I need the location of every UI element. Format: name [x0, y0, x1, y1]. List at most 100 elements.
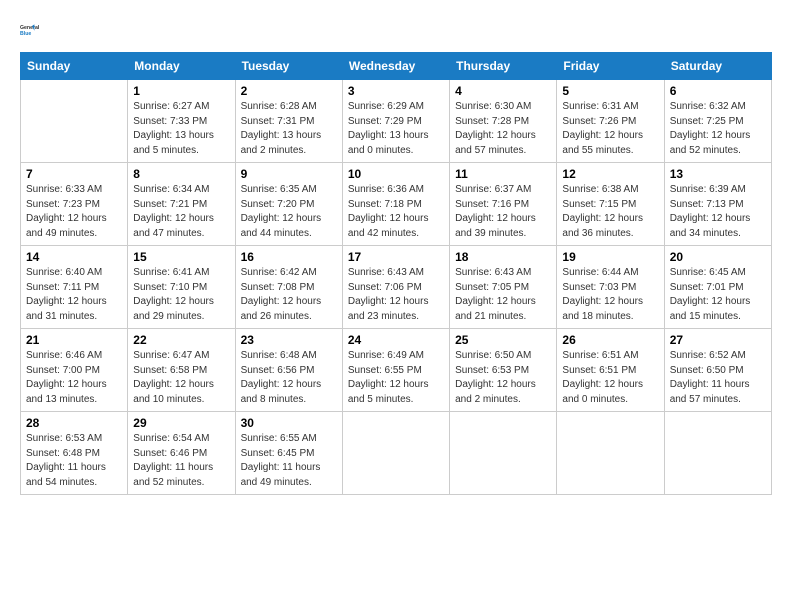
- calendar-week-1: 1 Sunrise: 6:27 AM Sunset: 7:33 PM Daylig…: [21, 80, 772, 163]
- day-number: 8: [133, 167, 229, 181]
- calendar-cell: [342, 412, 449, 495]
- day-number: 11: [455, 167, 551, 181]
- calendar-cell: 11Sunrise: 6:37 AM Sunset: 7:16 PM Dayli…: [450, 163, 557, 246]
- day-number: 21: [26, 333, 122, 347]
- day-info: Sunrise: 6:30 AM Sunset: 7:28 PM Dayligh…: [455, 100, 551, 158]
- day-number: 17: [348, 250, 444, 264]
- calendar-cell: [664, 412, 771, 495]
- calendar-week-5: 28 Sunrise: 6:53 AM Sunset: 6:48 PM Dayli…: [21, 412, 772, 495]
- calendar-header-saturday: Saturday: [664, 53, 771, 80]
- day-info: Sunrise: 6:43 AM Sunset: 7:05 PM Dayligh…: [455, 266, 551, 324]
- day-info: Sunrise: 6:36 AM Sunset: 7:18 PM Dayligh…: [348, 183, 444, 241]
- day-info: Sunrise: 6:48 AM Sunset: 6:56 PM Dayligh…: [241, 349, 337, 407]
- logo: General Blue: [20, 16, 48, 44]
- day-info: Sunrise: 6:53 AM Sunset: 6:48 PM Dayligh…: [26, 432, 122, 490]
- calendar-cell: [450, 412, 557, 495]
- day-info: Sunrise: 6:38 AM Sunset: 7:15 PM Dayligh…: [562, 183, 658, 241]
- svg-text:Blue: Blue: [20, 31, 31, 37]
- day-info: Sunrise: 6:33 AM Sunset: 7:23 PM Dayligh…: [26, 183, 122, 241]
- day-number: 5: [562, 84, 658, 98]
- calendar-cell: 9 Sunrise: 6:35 AM Sunset: 7:20 PM Daylig…: [235, 163, 342, 246]
- day-info: Sunrise: 6:49 AM Sunset: 6:55 PM Dayligh…: [348, 349, 444, 407]
- calendar-cell: 5Sunrise: 6:31 AM Sunset: 7:26 PM Daylig…: [557, 80, 664, 163]
- day-info: Sunrise: 6:32 AM Sunset: 7:25 PM Dayligh…: [670, 100, 766, 158]
- calendar-header-sunday: Sunday: [21, 53, 128, 80]
- calendar-cell: 15 Sunrise: 6:41 AM Sunset: 7:10 PM Dayli…: [128, 246, 235, 329]
- calendar-cell: 4 Sunrise: 6:30 AM Sunset: 7:28 PM Daylig…: [450, 80, 557, 163]
- calendar-cell: 14 Sunrise: 6:40 AM Sunset: 7:11 PM Dayli…: [21, 246, 128, 329]
- day-number: 28: [26, 416, 122, 430]
- day-number: 19: [562, 250, 658, 264]
- calendar-header-wednesday: Wednesday: [342, 53, 449, 80]
- calendar-week-3: 14 Sunrise: 6:40 AM Sunset: 7:11 PM Dayli…: [21, 246, 772, 329]
- day-number: 15: [133, 250, 229, 264]
- day-info: Sunrise: 6:46 AM Sunset: 7:00 PM Dayligh…: [26, 349, 122, 407]
- day-number: 22: [133, 333, 229, 347]
- day-info: Sunrise: 6:42 AM Sunset: 7:08 PM Dayligh…: [241, 266, 337, 324]
- day-number: 6: [670, 84, 766, 98]
- day-number: 1: [133, 84, 229, 98]
- calendar-table: SundayMondayTuesdayWednesdayThursdayFrid…: [20, 52, 772, 495]
- day-info: Sunrise: 6:27 AM Sunset: 7:33 PM Dayligh…: [133, 100, 229, 158]
- day-number: 4: [455, 84, 551, 98]
- calendar-cell: 30Sunrise: 6:55 AM Sunset: 6:45 PM Dayli…: [235, 412, 342, 495]
- day-info: Sunrise: 6:39 AM Sunset: 7:13 PM Dayligh…: [670, 183, 766, 241]
- day-info: Sunrise: 6:34 AM Sunset: 7:21 PM Dayligh…: [133, 183, 229, 241]
- calendar-header-tuesday: Tuesday: [235, 53, 342, 80]
- calendar-cell: 18 Sunrise: 6:43 AM Sunset: 7:05 PM Dayli…: [450, 246, 557, 329]
- day-number: 24: [348, 333, 444, 347]
- day-number: 29: [133, 416, 229, 430]
- day-info: Sunrise: 6:40 AM Sunset: 7:11 PM Dayligh…: [26, 266, 122, 324]
- day-info: Sunrise: 6:55 AM Sunset: 6:45 PM Dayligh…: [241, 432, 337, 490]
- calendar-week-2: 7 Sunrise: 6:33 AM Sunset: 7:23 PM Daylig…: [21, 163, 772, 246]
- day-number: 18: [455, 250, 551, 264]
- calendar-week-4: 21 Sunrise: 6:46 AM Sunset: 7:00 PM Dayli…: [21, 329, 772, 412]
- day-info: Sunrise: 6:35 AM Sunset: 7:20 PM Dayligh…: [241, 183, 337, 241]
- day-number: 7: [26, 167, 122, 181]
- page-header: General Blue: [20, 16, 772, 44]
- calendar-header-thursday: Thursday: [450, 53, 557, 80]
- calendar-cell: 6 Sunrise: 6:32 AM Sunset: 7:25 PM Daylig…: [664, 80, 771, 163]
- day-number: 14: [26, 250, 122, 264]
- day-number: 13: [670, 167, 766, 181]
- day-number: 12: [562, 167, 658, 181]
- calendar-cell: 13 Sunrise: 6:39 AM Sunset: 7:13 PM Dayli…: [664, 163, 771, 246]
- logo-icon: General Blue: [20, 16, 48, 44]
- calendar-cell: 27Sunrise: 6:52 AM Sunset: 6:50 PM Dayli…: [664, 329, 771, 412]
- calendar-cell: [557, 412, 664, 495]
- calendar-cell: 28 Sunrise: 6:53 AM Sunset: 6:48 PM Dayli…: [21, 412, 128, 495]
- calendar-cell: 29 Sunrise: 6:54 AM Sunset: 6:46 PM Dayli…: [128, 412, 235, 495]
- calendar-cell: 21 Sunrise: 6:46 AM Sunset: 7:00 PM Dayli…: [21, 329, 128, 412]
- day-number: 26: [562, 333, 658, 347]
- day-number: 2: [241, 84, 337, 98]
- calendar-cell: 2 Sunrise: 6:28 AM Sunset: 7:31 PM Daylig…: [235, 80, 342, 163]
- calendar-cell: 23 Sunrise: 6:48 AM Sunset: 6:56 PM Dayli…: [235, 329, 342, 412]
- day-info: Sunrise: 6:45 AM Sunset: 7:01 PM Dayligh…: [670, 266, 766, 324]
- calendar-header-monday: Monday: [128, 53, 235, 80]
- calendar-cell: 25 Sunrise: 6:50 AM Sunset: 6:53 PM Dayli…: [450, 329, 557, 412]
- day-info: Sunrise: 6:29 AM Sunset: 7:29 PM Dayligh…: [348, 100, 444, 158]
- day-info: Sunrise: 6:28 AM Sunset: 7:31 PM Dayligh…: [241, 100, 337, 158]
- day-number: 27: [670, 333, 766, 347]
- day-info: Sunrise: 6:41 AM Sunset: 7:10 PM Dayligh…: [133, 266, 229, 324]
- day-info: Sunrise: 6:47 AM Sunset: 6:58 PM Dayligh…: [133, 349, 229, 407]
- calendar-cell: 20 Sunrise: 6:45 AM Sunset: 7:01 PM Dayli…: [664, 246, 771, 329]
- calendar-cell: 10Sunrise: 6:36 AM Sunset: 7:18 PM Dayli…: [342, 163, 449, 246]
- day-info: Sunrise: 6:44 AM Sunset: 7:03 PM Dayligh…: [562, 266, 658, 324]
- calendar-cell: 22 Sunrise: 6:47 AM Sunset: 6:58 PM Dayli…: [128, 329, 235, 412]
- day-info: Sunrise: 6:54 AM Sunset: 6:46 PM Dayligh…: [133, 432, 229, 490]
- day-number: 20: [670, 250, 766, 264]
- day-number: 9: [241, 167, 337, 181]
- day-number: 16: [241, 250, 337, 264]
- calendar-header-friday: Friday: [557, 53, 664, 80]
- calendar-cell: 24 Sunrise: 6:49 AM Sunset: 6:55 PM Dayli…: [342, 329, 449, 412]
- day-number: 3: [348, 84, 444, 98]
- calendar-cell: [21, 80, 128, 163]
- day-info: Sunrise: 6:50 AM Sunset: 6:53 PM Dayligh…: [455, 349, 551, 407]
- day-number: 23: [241, 333, 337, 347]
- day-number: 25: [455, 333, 551, 347]
- calendar-cell: 12 Sunrise: 6:38 AM Sunset: 7:15 PM Dayli…: [557, 163, 664, 246]
- calendar-cell: 1 Sunrise: 6:27 AM Sunset: 7:33 PM Daylig…: [128, 80, 235, 163]
- calendar-cell: 7 Sunrise: 6:33 AM Sunset: 7:23 PM Daylig…: [21, 163, 128, 246]
- calendar-cell: 26Sunrise: 6:51 AM Sunset: 6:51 PM Dayli…: [557, 329, 664, 412]
